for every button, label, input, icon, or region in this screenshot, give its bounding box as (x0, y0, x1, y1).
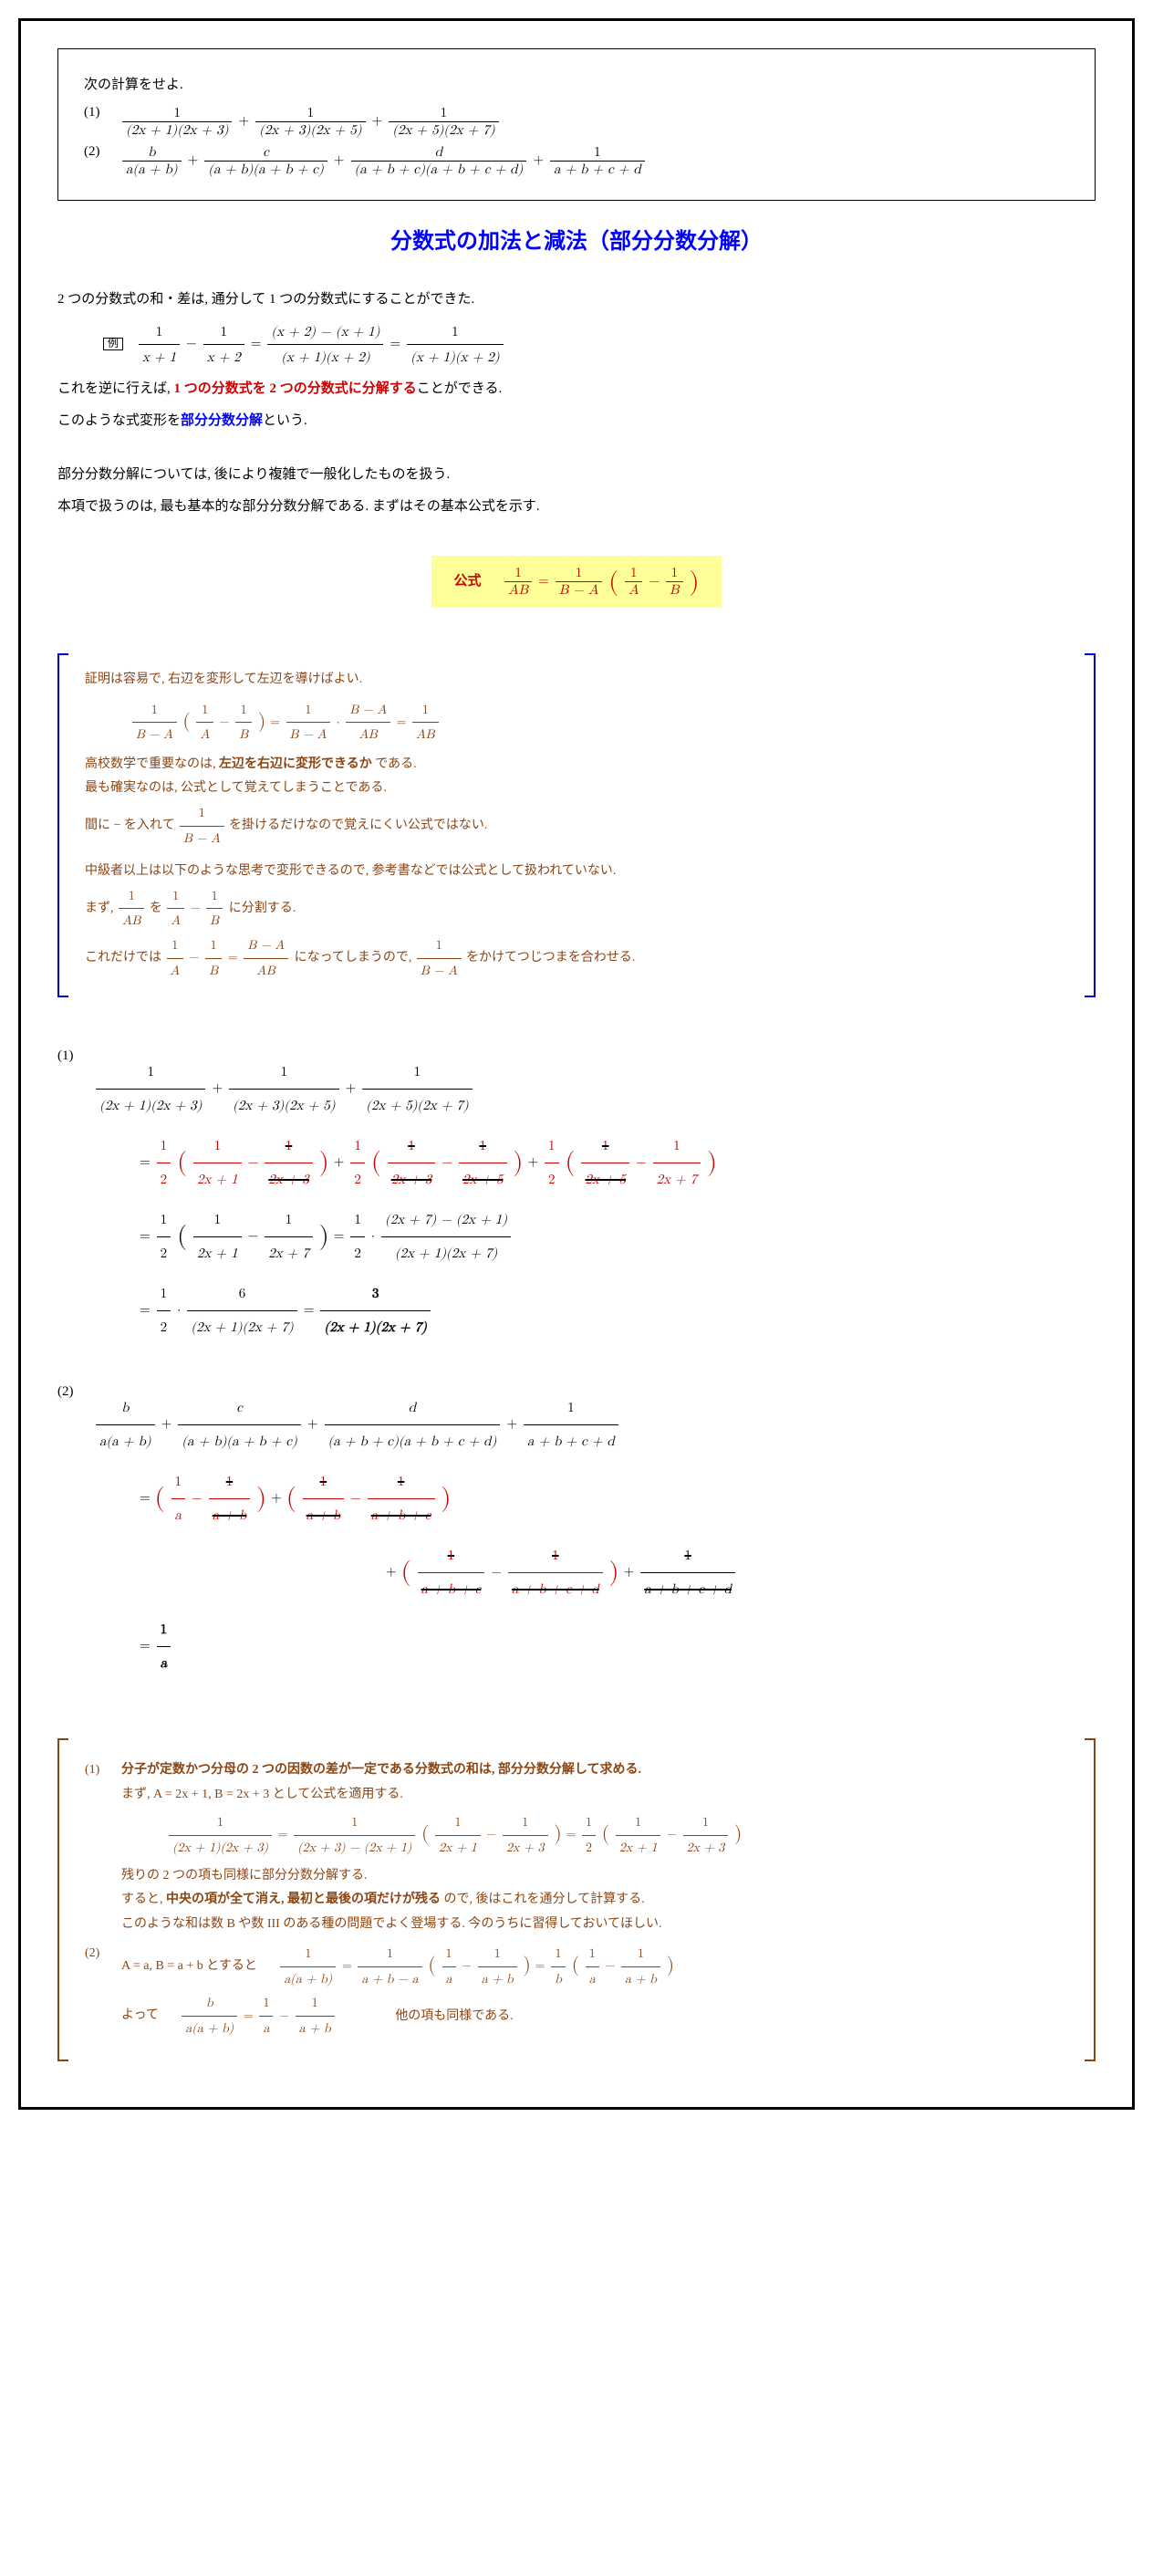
problem-intro: 次の計算をせよ. (84, 73, 1069, 98)
title: 分数式の加法と減法（部分分数分解） (57, 223, 1096, 255)
solution-1: (1) 1(2x + 1)(2x + 3) + 1(2x + 3)(2x + 5… (57, 1048, 1096, 1351)
explain-line1: 2 つの分数式の和・差は, 通分して 1 つの分数式にすることができた. (57, 287, 1096, 312)
explain-line2: これを逆に行えば, 1 つの分数式を 2 つの分数式に分解することができる. (57, 377, 1096, 402)
problem-1: (1) 1(2x + 1)(2x + 3) + 1(2x + 3)(2x + 5… (84, 105, 1069, 139)
example-equation: 例 1x + 1 − 1x + 2 = (x + 2) − (x + 1)(x … (57, 319, 1096, 370)
problem-box: 次の計算をせよ. (1) 1(2x + 1)(2x + 3) + 1(2x + … (57, 48, 1096, 201)
notes-box: (1) 分子が定数かつ分母の 2 つの因数の差が一定である分数式の和は, 部分分… (57, 1738, 1096, 2061)
page: 次の計算をせよ. (1) 1(2x + 1)(2x + 3) + 1(2x + … (18, 18, 1135, 2110)
explain-line3: このような式変形を部分分数分解という. (57, 409, 1096, 433)
solution-2: (2) ba(a + b) + c(a + b)(a + b + c) + d(… (57, 1384, 1096, 1687)
formula: 公式 1AB = 1B − A ( 1A − 1B ) (57, 537, 1096, 626)
explain-line4: 部分分数分解については, 後により複雑で一般化したものを扱う. (57, 463, 1096, 487)
explain-line5: 本項で扱うのは, 最も基本的な部分分数分解である. まずはその基本公式を示す. (57, 495, 1096, 519)
proof-box: 証明は容易で, 右辺を変形して左辺を導けばよい. 1B − A ( 1A − 1… (57, 653, 1096, 997)
problem-2: (2) ba(a + b) + c(a + b)(a + b + c) + d(… (84, 144, 1069, 178)
